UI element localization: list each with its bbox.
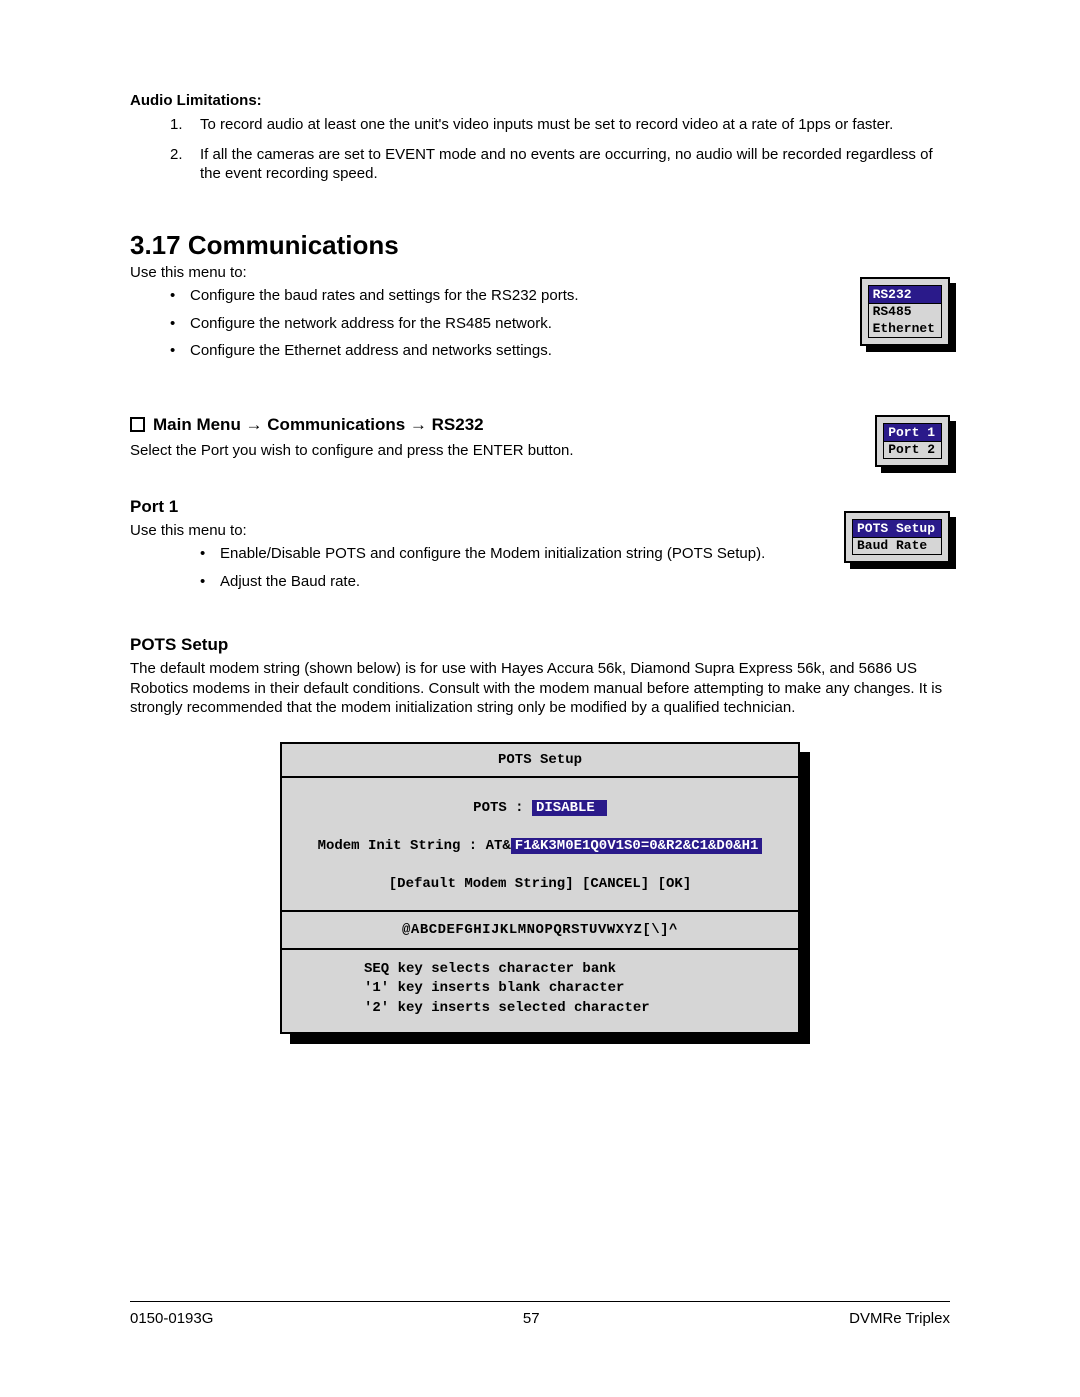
pots-enable-row: POTS : DISABLE [294,800,786,816]
pots-setup-dialog: POTS Setup POTS : DISABLE Modem Init Str… [280,742,800,1035]
menu-item-port1[interactable]: Port 1 [883,423,942,442]
bullet-icon: • [170,341,178,361]
bullet-text: Configure the Ethernet address and netwo… [190,341,552,361]
port1-heading: Port 1 [130,497,828,517]
pots-help-line3: '2' key inserts selected character [364,999,774,1019]
pots-setup-desc: The default modem string (shown below) i… [130,659,950,718]
audio-item-1: 1. To record audio at least one the unit… [130,115,950,135]
menu-item-ethernet[interactable]: Ethernet [869,320,941,337]
bullet-text: Adjust the Baud rate. [220,572,360,592]
pots-dialog-title: POTS Setup [282,744,798,778]
pots-help-text: SEQ key selects character bank '1' key i… [282,950,798,1033]
comm-bullet-3: • Configure the Ethernet address and net… [130,341,844,361]
breadcrumb-rs232: Main Menu → Communications → RS232 [130,415,859,435]
menu-item-rs485[interactable]: RS485 [869,303,941,320]
modem-init-value[interactable]: F1&K3M0E1Q0V1S0=0&R2&C1&D0&H1 [511,838,763,854]
menu-communications: RS232 RS485 Ethernet [860,277,950,346]
comm-intro: Use this menu to: [130,263,844,283]
ol-number: 1. [170,115,190,135]
port1-bullet-1: • Enable/Disable POTS and configure the … [130,544,828,564]
menu-item-port2[interactable]: Port 2 [884,441,941,458]
comm-bullet-2: • Configure the network address for the … [130,314,844,334]
ol-text: To record audio at least one the unit's … [200,115,893,135]
menu-item-baud-rate[interactable]: Baud Rate [853,537,941,554]
bullet-icon: • [200,544,208,564]
menu-item-pots-setup[interactable]: POTS Setup [852,519,942,538]
bullet-icon: • [170,314,178,334]
pots-label: POTS : [473,800,523,816]
page-footer: 0150-0193G 57 DVMRe Triplex [130,1301,950,1327]
section-heading-communications: 3.17 Communications [130,230,950,261]
port1-bullet-2: • Adjust the Baud rate. [130,572,828,592]
bullet-text: Configure the network address for the RS… [190,314,552,334]
breadcrumb-text: Main Menu → Communications → RS232 [153,415,484,435]
ol-number: 2. [170,145,190,184]
pots-help-line2: '1' key inserts blank character [364,979,774,999]
comm-bullet-1: • Configure the baud rates and settings … [130,286,844,306]
footer-page-number: 57 [523,1310,540,1327]
pots-dialog-buttons[interactable]: [Default Modem String] [CANCEL] [OK] [294,876,786,892]
rs232-desc: Select the Port you wish to configure an… [130,441,859,461]
bullet-icon: • [170,286,178,306]
footer-doc-id: 0150-0193G [130,1310,213,1327]
pots-char-bank: @ABCDEFGHIJKLMNOPQRSTUVWXYZ[\]^ [282,912,798,950]
checkbox-icon [130,417,145,432]
bullet-icon: • [200,572,208,592]
pots-setup-heading: POTS Setup [130,635,950,655]
modem-init-row: Modem Init String : AT&F1&K3M0E1Q0V1S0=0… [294,838,786,854]
pots-value-selected[interactable]: DISABLE [532,800,607,816]
pots-help-line1: SEQ key selects character bank [364,960,774,980]
port1-intro: Use this menu to: [130,521,828,541]
audio-limitations-heading: Audio Limitations: [130,92,950,109]
bullet-text: Configure the baud rates and settings fo… [190,286,579,306]
menu-port1-options: POTS Setup Baud Rate [844,511,950,563]
bullet-text: Enable/Disable POTS and configure the Mo… [220,544,765,564]
menu-item-rs232[interactable]: RS232 [868,285,942,304]
footer-product-name: DVMRe Triplex [849,1310,950,1327]
modem-init-label: Modem Init String : AT& [318,838,511,854]
audio-item-2: 2. If all the cameras are set to EVENT m… [130,145,950,184]
ol-text: If all the cameras are set to EVENT mode… [200,145,950,184]
menu-rs232-ports: Port 1 Port 2 [875,415,950,467]
